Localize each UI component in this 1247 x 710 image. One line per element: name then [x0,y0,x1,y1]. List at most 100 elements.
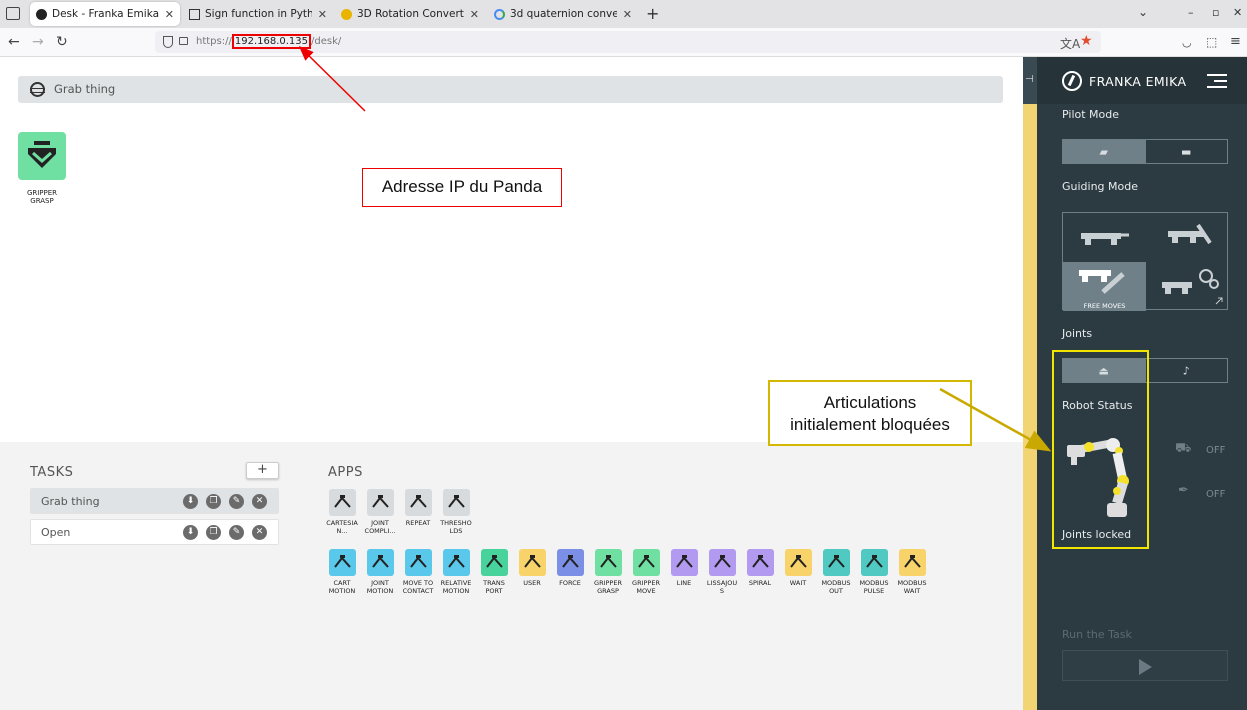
minimize-icon[interactable]: – [1188,6,1194,19]
back-icon[interactable]: ← [8,34,20,50]
timeline-gripper-grasp[interactable]: GRIPPER GRASP [18,132,66,205]
app-gripper-move[interactable]: GRIPPER MOVE [627,549,665,595]
app-user[interactable]: USER [513,549,551,588]
pilot-mode-option-2[interactable]: ▬ [1144,140,1228,163]
lock-icon[interactable] [179,37,188,45]
app-label: RELATIVE MOTION [440,580,472,595]
close-tab-icon[interactable]: ✕ [623,8,632,21]
translate-icon[interactable]: 文A [1060,35,1080,52]
app-label: CART MOTION [328,580,356,595]
app-label: CARTESIA N... [326,520,358,535]
app-joint-motion[interactable]: JOINT MOTION [361,549,399,595]
app-joint-compliance[interactable]: JOINT COMPLI... [361,489,399,535]
guiding-translation-button[interactable] [1063,213,1146,262]
joints-unlocked-option[interactable]: ♪ [1144,359,1228,382]
forward-icon[interactable]: → [32,34,44,50]
guiding-mode-grid: FREE MOVES [1062,212,1229,311]
current-task-bar[interactable]: Grab thing [18,76,1003,103]
app-label: MODBUS OUT [821,580,851,595]
modbus-wait-icon [898,549,926,576]
app-gripper-grasp[interactable]: GRIPPER GRASP [589,549,627,595]
task-row-open[interactable]: Open ⬇ ❐ ✎ ✕ [30,519,279,545]
status-off-1: OFF [1206,445,1226,456]
current-task-name: Grab thing [54,82,116,96]
copy-icon[interactable]: ❐ [206,525,221,540]
user-stop-icon: ⛟ [1175,441,1192,456]
lissajous-icon [708,549,736,576]
bookmark-star-icon[interactable]: ★ [1080,33,1093,49]
apps-title: APPS [328,465,363,480]
download-icon[interactable]: ⬇ [183,494,198,509]
download-icon[interactable]: ⬇ [183,525,198,540]
app-label: GRIPPER MOVE [632,580,660,595]
pilot-mode-option-1[interactable]: ▰ [1063,140,1145,163]
hamburger-menu-icon[interactable] [1207,74,1227,92]
collapse-arrow-icon[interactable]: ⊣ [1025,74,1034,85]
app-line[interactable]: LINE [665,549,703,588]
shield-icon[interactable] [163,36,173,48]
restore-icon[interactable]: ▫ [1212,6,1219,19]
edit-icon[interactable]: ✎ [229,494,244,509]
sidebar-collapse-strip[interactable]: ⊣ [1023,57,1037,710]
app-lissajous[interactable]: LISSAJOU S [703,549,741,595]
extensions-icon[interactable]: ⬚ [1206,35,1217,49]
annotation-ip: Adresse IP du Panda [362,168,562,207]
pocket-icon[interactable]: ◡ [1182,36,1192,49]
app-label: SPIRAL [748,580,772,587]
app-label: WAIT [789,580,807,587]
brand-name: FRANKA EMIKA [1089,74,1187,89]
menu-icon[interactable]: ≡ [1230,34,1241,49]
tab-list-icon[interactable] [6,7,20,20]
guiding-free-moves-button[interactable]: FREE MOVES [1063,262,1146,311]
status-light-strip [1023,104,1037,710]
app-label: THRESHO LDS [440,520,472,535]
gripper-grasp-icon [594,549,622,576]
app-label: JOINT MOTION [366,580,394,595]
tab-desk[interactable]: Desk - Franka Emika GmbH ✕ [30,2,180,26]
tab-quaternion[interactable]: 3d quaternion converter ✕ [488,2,638,26]
chevron-down-icon[interactable]: ⌄ [1138,5,1148,19]
hourglass-icon [784,549,812,576]
app-label: USER [523,580,541,587]
app-label: LISSAJOU S [706,580,738,595]
gripper-grasp-icon [18,132,66,180]
delete-icon[interactable]: ✕ [252,494,267,509]
close-window-icon[interactable]: ✕ [1233,6,1242,19]
add-task-button[interactable]: + [246,462,279,479]
app-relative-motion[interactable]: RELATIVE MOTION [437,549,475,595]
app-hourglass[interactable]: WAIT [779,549,817,588]
url-bar[interactable]: https://192.168.0.135/desk/ 文A ★ [155,31,1101,53]
pilot-mode-label: Pilot Mode [1062,108,1120,121]
app-modbus-wait[interactable]: MODBUS WAIT [893,549,931,595]
close-tab-icon[interactable]: ✕ [470,8,479,21]
app-force[interactable]: FORCE [551,549,589,588]
close-tab-icon[interactable]: ✕ [318,8,327,21]
run-task-button[interactable] [1062,650,1228,681]
guiding-custom-button[interactable] [1146,262,1229,311]
copy-icon[interactable]: ❐ [206,494,221,509]
app-transport[interactable]: TRANS PORT [475,549,513,595]
task-row-grab-thing[interactable]: Grab thing ⬇ ❐ ✎ ✕ [30,488,279,514]
app-cartesian[interactable]: CARTESIA N... [323,489,361,535]
tab-rotation-converter[interactable]: 3D Rotation Converter - I ✕ [335,2,485,26]
app-cart-motion[interactable]: CART MOTION [323,549,361,595]
tab-sign-function[interactable]: Sign function in Python ( ✕ [183,2,333,26]
app-repeat[interactable]: REPEAT [399,489,437,528]
move-to-contact-icon [404,549,432,576]
free-moves-label: FREE MOVES [1083,302,1126,310]
app-modbus-out[interactable]: MODBUS OUT [817,549,855,595]
user-icon [518,549,546,576]
edit-icon[interactable]: ✎ [229,525,244,540]
guiding-rotation-button[interactable] [1146,213,1229,262]
delete-icon[interactable]: ✕ [252,525,267,540]
app-move-to-contact[interactable]: MOVE TO CONTACT [399,549,437,595]
app-spiral[interactable]: SPIRAL [741,549,779,588]
run-task-label: Run the Task [1062,628,1132,641]
app-modbus-pulse[interactable]: MODBUS PULSE [855,549,893,595]
new-tab-icon[interactable]: + [646,4,659,23]
close-tab-icon[interactable]: ✕ [165,8,174,21]
app-thresholds[interactable]: THRESHO LDS [437,489,475,535]
reload-icon[interactable]: ↻ [56,34,68,50]
line-icon [670,549,698,576]
pilot-mode-toggle[interactable]: ▰ ▬ [1062,139,1228,164]
